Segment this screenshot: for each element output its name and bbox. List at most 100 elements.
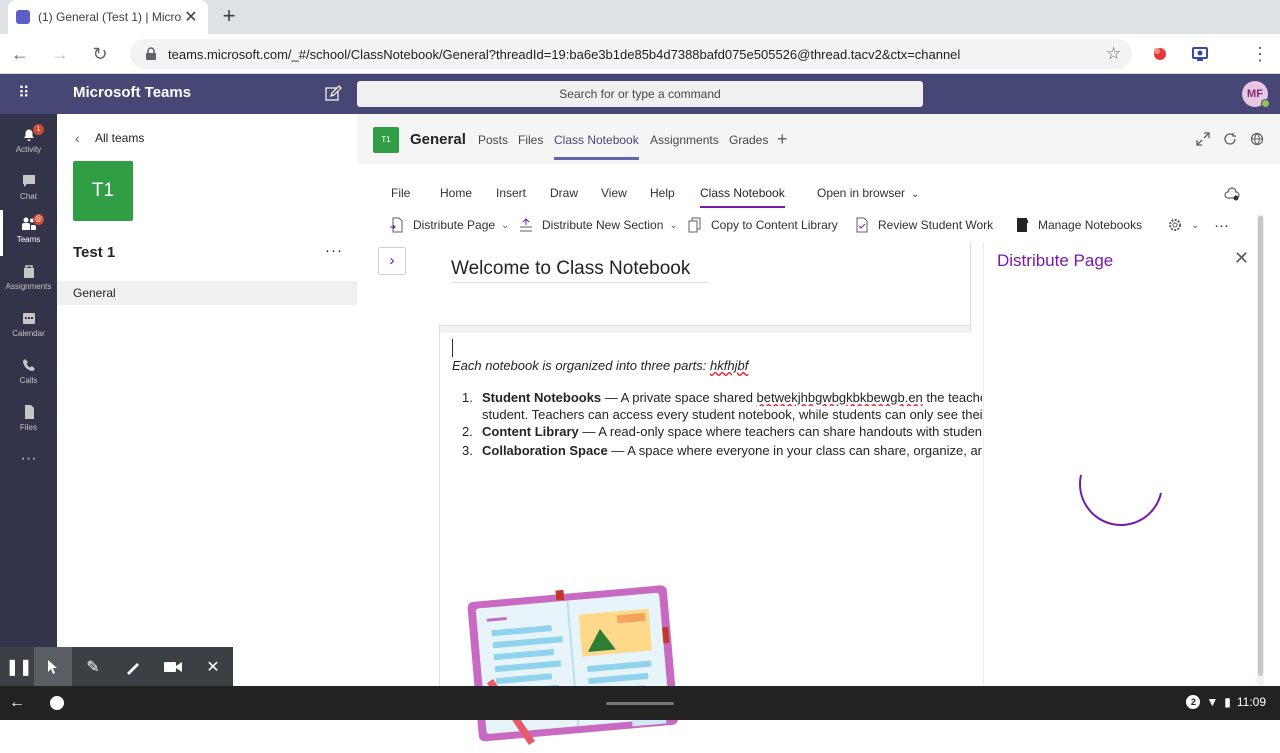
tab-files[interactable]: Files (518, 133, 543, 147)
reload-icon[interactable]: ↻ (88, 42, 112, 66)
chevron-down-icon: ⌄ (669, 219, 678, 231)
app-launcher-icon[interactable]: ⠿ (18, 85, 38, 105)
copy-to-content-library-button[interactable]: Copy to Content Library (687, 217, 838, 233)
expand-navigation-button[interactable]: › (378, 247, 406, 275)
close-icon[interactable]: ✕ (194, 647, 232, 686)
more-apps-icon[interactable]: ··· (0, 450, 57, 496)
ribbon-tab-class-notebook[interactable]: Class Notebook (700, 186, 785, 208)
file-icon (24, 405, 34, 419)
channel-team-avatar: T1 (373, 127, 399, 153)
new-tab-button[interactable]: + (216, 4, 242, 30)
browser-tab-title: (1) General (Test 1) | Microsoft (38, 10, 182, 24)
more-options-icon[interactable]: ··· (325, 242, 343, 259)
title-underline (451, 282, 709, 283)
rail-item-teams[interactable]: @ Teams (0, 210, 57, 256)
add-tab-icon[interactable]: + (777, 129, 788, 150)
pen-icon[interactable]: ✎ (74, 647, 112, 686)
rail-item-chat[interactable]: Chat (0, 167, 57, 213)
intro-text: Each notebook is organized into three pa… (452, 358, 748, 373)
settings-button[interactable]: ⌄ (1167, 217, 1199, 233)
ribbon-tab-view[interactable]: View (601, 186, 627, 200)
tab-grades[interactable]: Grades (729, 133, 768, 147)
presence-available-icon (1261, 99, 1270, 108)
open-in-browser-button[interactable]: Open in browser ⌄ (817, 186, 919, 200)
notebook-illustration (467, 585, 679, 745)
distribute-page-button[interactable]: Distribute Page ⌄ (389, 217, 509, 233)
system-tray[interactable]: 2 ▼ ▮ 11:09 (1186, 695, 1266, 709)
rail-item-calls[interactable]: Calls (0, 351, 57, 397)
expand-icon[interactable] (1196, 132, 1210, 146)
highlighter-icon[interactable] (114, 647, 152, 686)
rail-label: Teams (16, 235, 41, 244)
phone-icon (22, 359, 35, 371)
search-input[interactable]: Search for or type a command (357, 81, 923, 107)
shelf-handle[interactable] (606, 702, 674, 705)
scrollbar-thumb[interactable] (1258, 216, 1263, 676)
wifi-icon: ▼ (1206, 695, 1219, 709)
distribute-page-icon (390, 217, 403, 233)
chevron-down-icon: ⌄ (911, 189, 920, 200)
team-panel: ‹ All teams T1 Test 1 ··· General (57, 114, 357, 686)
address-bar[interactable]: teams.microsoft.com/_#/school/ClassNoteb… (130, 39, 1132, 69)
browser-tab[interactable]: (1) General (Test 1) | Microsoft ✕ (8, 0, 208, 34)
rail-item-assignments[interactable]: Assignments (0, 257, 57, 303)
ribbon-tab-help[interactable]: Help (650, 186, 675, 200)
copy-icon (688, 217, 701, 233)
scrollbar[interactable] (1257, 214, 1264, 686)
list-item-heading: Student Notebooks (482, 390, 602, 405)
refresh-icon[interactable] (1223, 132, 1237, 146)
team-avatar: T1 (73, 161, 133, 221)
browser-menu-icon[interactable]: ⋮ (1248, 42, 1272, 66)
launcher-icon[interactable] (50, 696, 64, 710)
pointer-icon[interactable] (34, 647, 72, 686)
lock-icon (146, 47, 156, 60)
distribute-new-section-button[interactable]: Distribute New Section ⌄ (518, 217, 678, 233)
list-item-heading: Collaboration Space (482, 443, 608, 458)
bookmark-star-icon[interactable]: ☆ (1106, 44, 1132, 64)
record-extension-icon[interactable] (1150, 44, 1170, 64)
chevron-down-icon: ⌄ (501, 219, 510, 231)
sync-status-icon[interactable] (1224, 186, 1240, 202)
chevron-down-icon: ⌄ (1191, 219, 1200, 231)
avatar[interactable]: MF (1242, 81, 1270, 108)
list-item-continuation: student. Teachers can access every stude… (462, 406, 982, 423)
back-arrow-icon[interactable]: ← (9, 694, 25, 712)
rail-item-activity[interactable]: 1 Activity (0, 120, 57, 166)
list-item-text: — A private space shared (601, 390, 757, 405)
distribute-new-section-label: Distribute New Section (542, 218, 664, 232)
tab-posts[interactable]: Posts (478, 133, 508, 147)
tab-class-notebook[interactable]: Class Notebook (554, 133, 639, 160)
browser-tab-bar: (1) General (Test 1) | Microsoft ✕ + (0, 0, 1280, 34)
rail-item-files[interactable]: Files (0, 398, 57, 444)
channel-name: General (410, 131, 466, 148)
ribbon-tab-draw[interactable]: Draw (550, 186, 578, 200)
manage-notebooks-button[interactable]: Manage Notebooks (1014, 217, 1142, 233)
cast-extension-icon[interactable] (1190, 44, 1210, 64)
back-arrow-icon[interactable]: ← (8, 42, 32, 66)
avatar-initials: MF (1247, 88, 1263, 100)
distribute-page-panel: Distribute Page ✕ (983, 242, 1257, 686)
compose-icon[interactable] (324, 85, 342, 103)
chevron-left-icon: ‹ (75, 130, 80, 146)
page-title[interactable]: Welcome to Class Notebook (451, 258, 690, 280)
more-commands-icon[interactable]: ··· (1214, 217, 1229, 234)
rail-item-calendar[interactable]: Calendar (0, 304, 57, 350)
close-tab-icon[interactable]: ✕ (182, 7, 200, 27)
teams-header: ⠿ Microsoft Teams Search for or type a c… (0, 74, 1280, 114)
os-shelf: ← 2 ▼ ▮ 11:09 (0, 686, 1280, 720)
misspelled-word: hkfhjbf (710, 358, 749, 373)
close-icon[interactable]: ✕ (1234, 248, 1249, 269)
ribbon-tab-insert[interactable]: Insert (496, 186, 526, 200)
globe-icon[interactable] (1250, 132, 1264, 146)
review-student-work-button[interactable]: Review Student Work (854, 217, 993, 233)
clock: 11:09 (1236, 695, 1266, 709)
tab-assignments[interactable]: Assignments (650, 133, 719, 147)
ribbon-tab-file[interactable]: File (391, 186, 410, 200)
pause-icon[interactable]: ❚❚ (0, 647, 38, 686)
all-teams-link[interactable]: ‹ All teams (75, 130, 144, 146)
channel-item-general[interactable]: General (57, 281, 357, 305)
intro-sentence: Each notebook is organized into three pa… (452, 358, 707, 373)
camera-icon[interactable] (154, 647, 192, 686)
ribbon-tab-home[interactable]: Home (440, 186, 472, 200)
forward-arrow-icon[interactable]: → (48, 42, 72, 66)
